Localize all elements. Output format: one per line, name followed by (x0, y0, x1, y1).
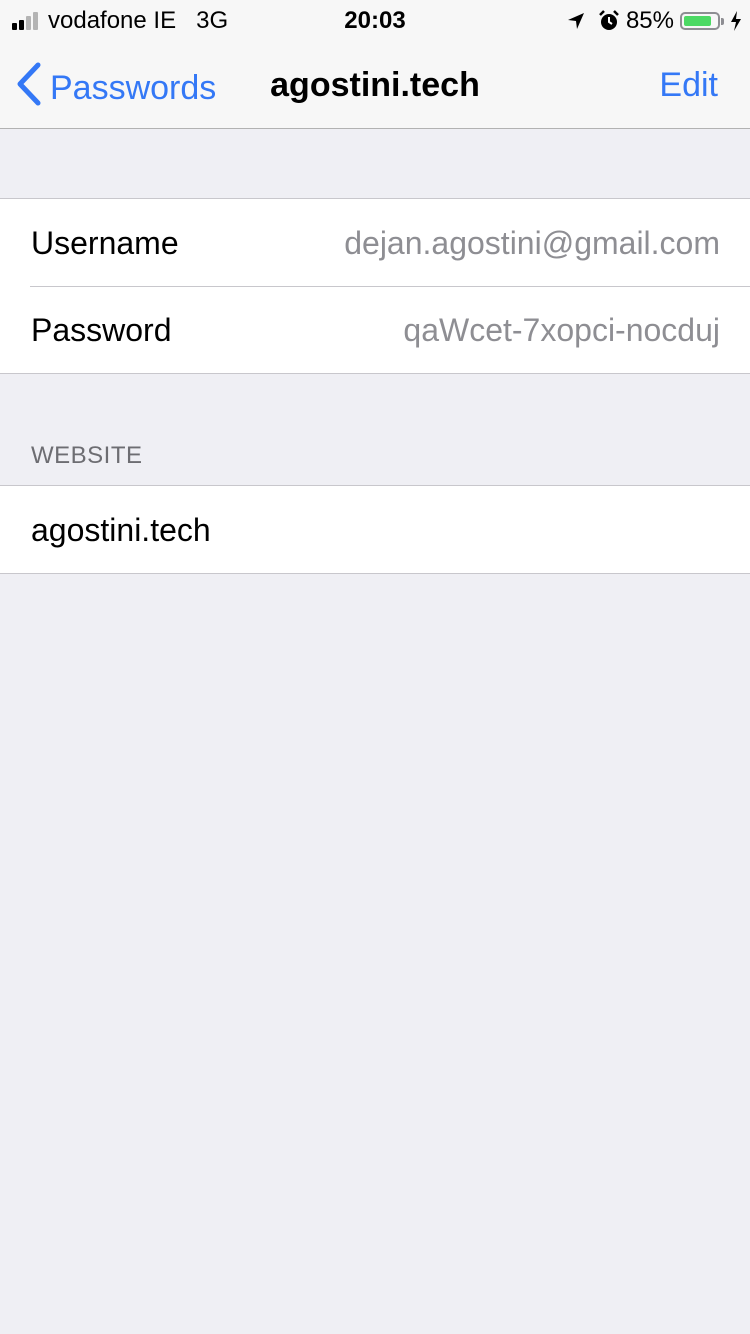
page-title: agostini.tech (270, 66, 480, 104)
battery-cap (721, 17, 724, 25)
status-right: 85% (566, 7, 742, 35)
battery-level-fill (684, 16, 712, 26)
username-row[interactable]: Username dejan.agostini@gmail.com (0, 199, 750, 286)
credentials-group: Username dejan.agostini@gmail.com Passwo… (0, 198, 750, 374)
website-group: agostini.tech (0, 485, 750, 574)
navigation-bar: Passwords agostini.tech Edit (0, 40, 750, 129)
alarm-clock-icon (598, 10, 620, 32)
status-bar: vodafone IE 3G 20:03 85% (0, 0, 750, 40)
battery-icon (680, 12, 720, 30)
charging-bolt-icon (730, 11, 742, 31)
edit-button[interactable]: Edit (659, 66, 718, 105)
website-section-header: WEBSITE (31, 442, 143, 469)
username-label: Username (31, 225, 179, 261)
location-arrow-icon (566, 11, 586, 31)
website-row[interactable]: agostini.tech (0, 486, 750, 573)
password-label: Password (31, 312, 172, 348)
username-value[interactable]: dejan.agostini@gmail.com (344, 225, 720, 262)
website-url[interactable]: agostini.tech (31, 512, 211, 549)
battery-percent: 85% (625, 7, 674, 34)
password-value[interactable]: qaWcet-7xopci-nocduj (403, 312, 720, 349)
password-row[interactable]: Password qaWcet-7xopci-nocduj (0, 286, 750, 373)
